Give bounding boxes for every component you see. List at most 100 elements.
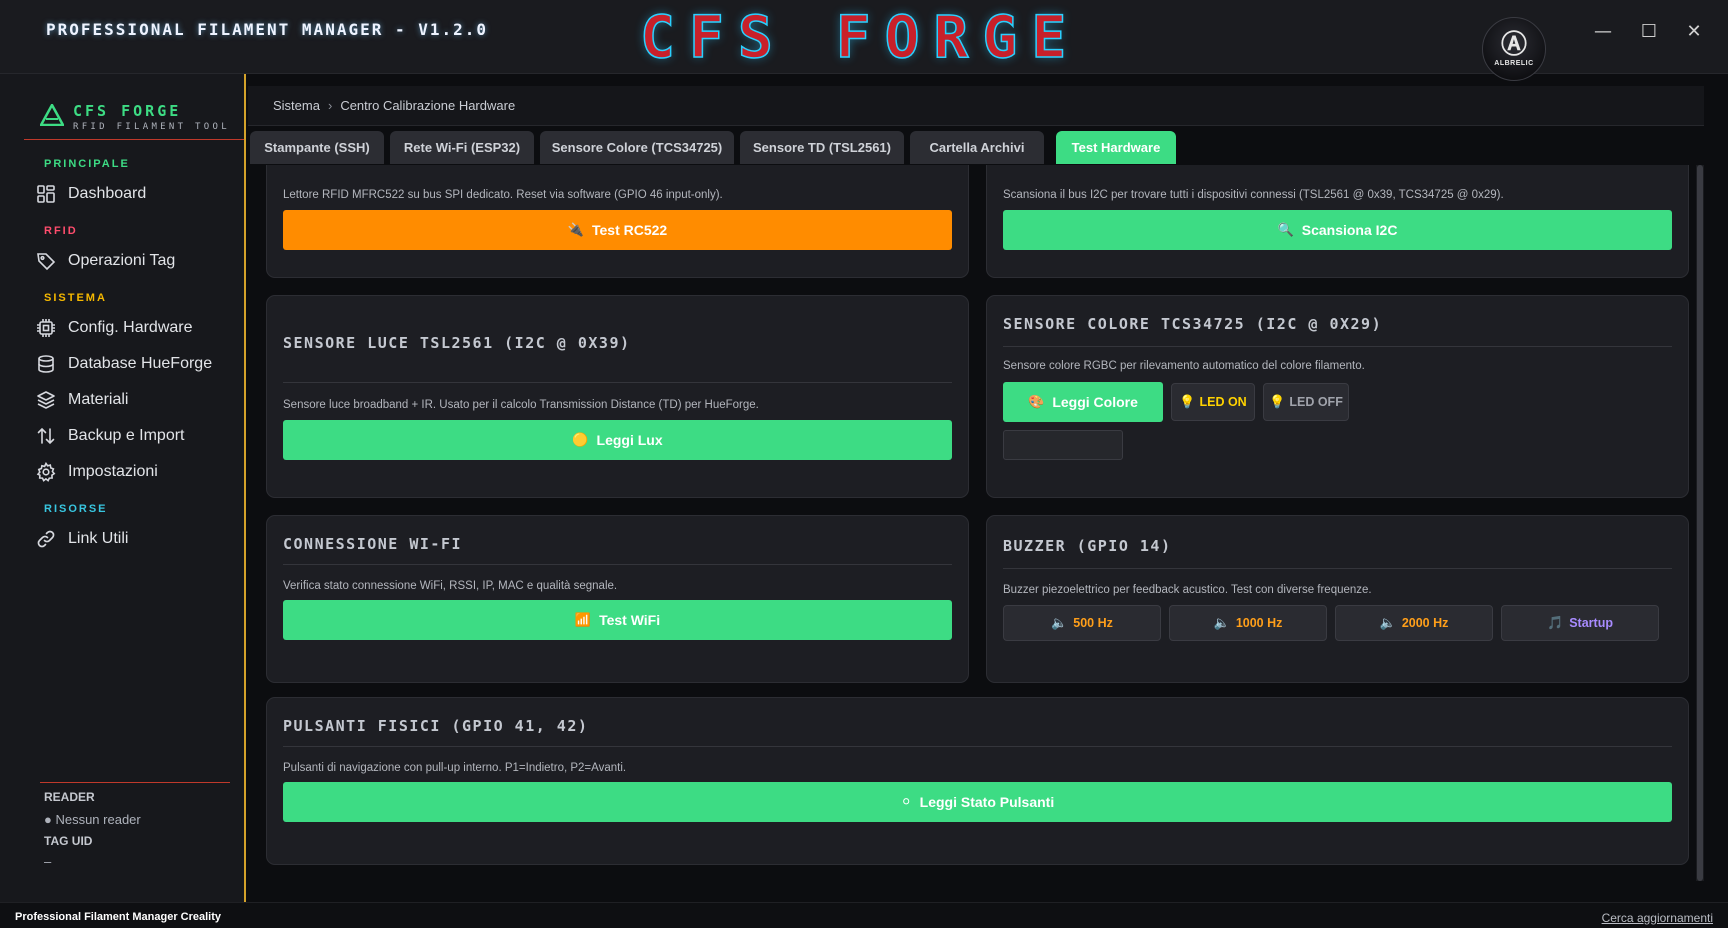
sidebar-item-config-hardware[interactable]: Config. Hardware	[36, 313, 236, 343]
reader-label: READER	[44, 790, 95, 804]
sidebar-item-link-utili[interactable]: Link Utili	[36, 524, 236, 554]
button-label: LED OFF	[1289, 395, 1343, 409]
sidebar-item-dashboard[interactable]: Dashboard	[36, 179, 236, 209]
button-label: Leggi Lux	[596, 432, 663, 448]
gear-icon	[36, 462, 56, 482]
breadcrumb-current: Centro Calibrazione Hardware	[340, 98, 516, 113]
music-note-icon: 🎵	[1547, 615, 1564, 630]
reader-status: ● Nessun reader	[44, 812, 141, 827]
buzzer-startup-button[interactable]: 🎵 Startup	[1501, 605, 1659, 641]
tab-rete-wifi[interactable]: Rete Wi-Fi (ESP32)	[390, 131, 534, 164]
sidebar-item-label: Dashboard	[68, 185, 147, 202]
title-bar: PROFESSIONAL FILAMENT MANAGER - V1.2.0 C…	[0, 0, 1728, 81]
plug-icon: 🔌	[567, 222, 584, 237]
brand-subtitle: RFID FILAMENT TOOL	[73, 122, 230, 132]
sidebar-item-label: Backup e Import	[68, 427, 185, 444]
card-title: SENSORE LUCE TSL2561 (I2C @ 0X39)	[283, 334, 631, 352]
section-principale: PRINCIPALE	[44, 158, 130, 170]
card-description: Lettore RFID MFRC522 su bus SPI dedicato…	[283, 189, 723, 201]
button-label: 500 Hz	[1073, 616, 1113, 630]
button-label: Test WiFi	[599, 612, 661, 628]
card-title: CONNESSIONE WI-FI	[283, 535, 463, 553]
tab-stampante-ssh[interactable]: Stampante (SSH)	[250, 131, 384, 164]
arrows-up-down-icon	[37, 427, 55, 445]
section-sistema: SISTEMA	[44, 292, 107, 304]
section-rfid: RFID	[44, 225, 78, 237]
triangle-logo-icon	[40, 104, 64, 126]
app-title: PROFESSIONAL FILAMENT MANAGER - V1.2.0	[46, 20, 489, 39]
minimize-icon: —	[1594, 20, 1612, 42]
scansiona-i2c-button[interactable]: 🔍 Scansiona I2C	[1003, 210, 1672, 250]
tag-uid-label: TAG UID	[44, 834, 93, 848]
button-label: LED ON	[1199, 395, 1247, 409]
card-divider	[283, 382, 952, 383]
tab-test-hardware[interactable]: Test Hardware	[1056, 131, 1176, 164]
bulb-icon: 💡	[1269, 394, 1286, 409]
status-app-name: Professional Filament Manager Creality	[15, 911, 222, 923]
button-label: Leggi Colore	[1052, 394, 1138, 410]
card-tcs34725: SENSORE COLORE TCS34725 (I2C @ 0X29) Sen…	[986, 295, 1689, 498]
card-pulsanti-fisici: PULSANTI FISICI (GPIO 41, 42) Pulsanti d…	[266, 697, 1689, 865]
sidebar-item-label: Impostazioni	[68, 463, 158, 480]
card-title: SENSORE COLORE TCS34725 (I2C @ 0X29)	[1003, 315, 1383, 333]
card-divider	[283, 746, 1672, 747]
chevron-right-icon: ›	[327, 98, 333, 113]
tab-sensore-td[interactable]: Sensore TD (TSL2561)	[740, 131, 904, 164]
sidebar-item-label: Database HueForge	[68, 355, 213, 372]
buzzer-500hz-button[interactable]: 🔈 500 Hz	[1003, 605, 1161, 641]
tab-sensore-colore[interactable]: Sensore Colore (TCS34725)	[540, 131, 734, 164]
button-label: 1000 Hz	[1235, 616, 1283, 630]
card-description: Sensore colore RGBC per rilevamento auto…	[1003, 360, 1365, 372]
buzzer-2000hz-button[interactable]: 🔈 2000 Hz	[1335, 605, 1493, 641]
palette-icon: 🎨	[1028, 394, 1045, 409]
card-description: Pulsanti di navigazione con pull-up inte…	[283, 762, 627, 774]
card-tsl2561: SENSORE LUCE TSL2561 (I2C @ 0X39) Sensor…	[266, 295, 969, 498]
sidebar-item-database-hueforge[interactable]: Database HueForge	[36, 349, 236, 379]
leggi-colore-button[interactable]: 🎨 Leggi Colore	[1003, 382, 1163, 422]
card-divider	[1003, 568, 1672, 569]
sidebar-item-operazioni-tag[interactable]: Operazioni Tag	[36, 246, 236, 276]
signal-bars-icon: 📶	[574, 612, 592, 627]
led-on-button[interactable]: 💡 LED ON	[1171, 383, 1255, 421]
minimize-button[interactable]: —	[1588, 18, 1618, 44]
maximize-icon: ☐	[1640, 20, 1658, 42]
card-description: Buzzer piezoelettrico per feedback acust…	[1003, 584, 1372, 596]
sidebar-item-impostazioni[interactable]: Impostazioni	[36, 457, 236, 487]
sidebar-item-materiali[interactable]: Materiali	[36, 385, 236, 415]
card-title: BUZZER (GPIO 14)	[1003, 537, 1172, 555]
brand-name: CFS FORGE	[73, 102, 182, 120]
avatar-label: ALBRELIC	[1494, 59, 1534, 67]
avatar-logo-icon: Ⓐ	[1500, 29, 1527, 60]
sidebar-divider	[40, 782, 230, 783]
speaker-icon: 🔈	[1051, 615, 1068, 630]
test-rc522-button[interactable]: 🔌 Test RC522	[283, 210, 952, 250]
card-description: Verifica stato connessione WiFi, RSSI, I…	[283, 580, 618, 592]
card-wifi: CONNESSIONE WI-FI Verifica stato conness…	[266, 515, 969, 683]
close-button[interactable]: ✕	[1679, 18, 1709, 44]
breadcrumb-root[interactable]: Sistema	[273, 98, 320, 113]
chip-icon	[37, 319, 55, 337]
cfs-forge-logo: CFS FORGE	[639, 2, 1081, 72]
sidebar-item-label: Operazioni Tag	[68, 252, 176, 269]
sidebar-item-label: Materiali	[68, 391, 129, 408]
leggi-lux-button[interactable]: 🟡 Leggi Lux	[283, 420, 952, 460]
buzzer-1000hz-button[interactable]: 🔈 1000 Hz	[1169, 605, 1327, 641]
sidebar: CFS FORGE RFID FILAMENT TOOL PRINCIPALE …	[0, 74, 246, 902]
tag-uid-value: –	[44, 854, 52, 869]
main-content: Lettore RFID MFRC522 su bus SPI dedicato…	[248, 165, 1698, 881]
scrollbar-thumb[interactable]	[1697, 165, 1703, 881]
avatar[interactable]: Ⓐ ALBRELIC	[1482, 17, 1546, 81]
leggi-stato-pulsanti-button[interactable]: ⚪ Leggi Stato Pulsanti	[283, 782, 1672, 822]
button-label: 2000 Hz	[1401, 616, 1449, 630]
led-off-button[interactable]: 💡 LED OFF	[1263, 383, 1349, 421]
content-scrollbar[interactable]	[1696, 165, 1704, 881]
tab-cartella-archivi[interactable]: Cartella Archivi	[910, 131, 1044, 164]
circle-icon: ⚪	[900, 794, 912, 809]
maximize-button[interactable]: ☐	[1634, 18, 1664, 44]
check-updates-link[interactable]: Cerca aggiornamenti	[1602, 911, 1713, 925]
test-wifi-button[interactable]: 📶 Test WiFi	[283, 600, 952, 640]
button-label: Leggi Stato Pulsanti	[919, 794, 1055, 810]
card-buzzer: BUZZER (GPIO 14) Buzzer piezoelettrico p…	[986, 515, 1689, 683]
button-label: Scansiona I2C	[1301, 222, 1398, 238]
sidebar-item-backup-import[interactable]: Backup e Import	[36, 421, 236, 451]
